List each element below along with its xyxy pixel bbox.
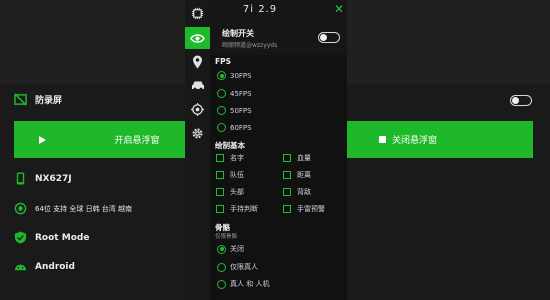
basic-checkbox[interactable]: 血量	[283, 153, 311, 163]
close-float-label: 关闭悬浮窗	[392, 136, 438, 146]
menu-sidebar	[185, 0, 210, 300]
shield-icon	[14, 231, 27, 244]
no-record-icon	[14, 93, 27, 106]
radio-on-icon	[14, 202, 27, 215]
draw-switch-subtitle: 绚丽频道@wzzyyds	[222, 42, 278, 49]
checkbox-icon	[283, 205, 291, 213]
car-icon[interactable]	[185, 74, 210, 96]
bone-subtitle: 仅限骨骼	[215, 234, 238, 240]
basic-checkbox[interactable]: 头部	[216, 187, 244, 197]
basic-checkbox[interactable]: 名字	[216, 153, 244, 163]
target-icon[interactable]	[185, 98, 210, 120]
checkbox-icon	[283, 188, 291, 196]
support-text: 64位 支持 全球 日韩 台湾 越南	[35, 204, 133, 213]
record-label: 防录屏	[35, 96, 63, 106]
bone-option[interactable]: 关闭	[217, 244, 244, 254]
support-row: 64位 支持 全球 日韩 台湾 越南	[14, 202, 132, 215]
stop-icon	[379, 136, 386, 143]
bone-option[interactable]: 仅限真人	[217, 262, 258, 272]
bone-option[interactable]: 真人 和 人机	[217, 279, 269, 289]
menu-title: 7i 2.9	[242, 4, 278, 15]
device-row: NX627J	[14, 172, 72, 185]
start-float-label: 开启悬浮窗	[114, 136, 160, 146]
record-toggle[interactable]	[510, 95, 532, 106]
radio-selected-icon	[217, 244, 226, 254]
draw-switch-label: 绘制开关	[222, 29, 254, 38]
root-row: Root Mode	[14, 231, 89, 244]
os-row: Android	[14, 260, 75, 273]
gear-icon[interactable]	[185, 122, 210, 144]
basic-title: 绘制基本	[215, 141, 245, 150]
phone-icon	[16, 172, 25, 185]
checkbox-icon	[216, 154, 224, 162]
basic-checkbox[interactable]: 手持判断	[216, 204, 258, 214]
device-name: NX627J	[35, 173, 72, 184]
close-icon[interactable]: ✕	[334, 2, 344, 16]
os-label: Android	[35, 261, 75, 272]
root-label: Root Mode	[35, 232, 90, 243]
location-icon[interactable]	[185, 51, 210, 73]
radio-icon	[217, 123, 226, 132]
checkbox-icon	[283, 154, 291, 162]
radio-icon	[217, 106, 226, 115]
play-icon	[39, 135, 47, 144]
fps-title: FPS	[215, 57, 232, 66]
fps-option[interactable]: 50FPS	[217, 106, 252, 115]
fps-option[interactable]: 30FPS	[217, 71, 252, 80]
chip-icon[interactable]	[185, 2, 210, 24]
draw-toggle[interactable]	[318, 32, 340, 43]
basic-checkbox[interactable]: 背敌	[283, 187, 311, 197]
record-row: 防录屏	[14, 93, 62, 106]
checkbox-icon	[216, 205, 224, 213]
close-float-button[interactable]: 关闭悬浮窗	[347, 121, 533, 158]
basic-checkbox[interactable]: 距离	[283, 170, 311, 180]
fps-option[interactable]: 45FPS	[217, 89, 252, 98]
basic-checkbox[interactable]: 队伍	[216, 170, 244, 180]
checkbox-icon	[216, 171, 224, 179]
radio-selected-icon	[217, 71, 226, 80]
start-float-button[interactable]: 开启悬浮窗	[14, 121, 185, 158]
android-icon	[14, 264, 27, 271]
checkbox-icon	[216, 188, 224, 196]
cheat-menu-panel: 7i 2.9 ✕ 绘制开关 绚丽频道@wzzyyds FPS 30FPS 45F…	[210, 0, 347, 300]
checkbox-icon	[283, 171, 291, 179]
radio-icon	[217, 279, 226, 289]
eye-icon[interactable]	[185, 27, 210, 49]
radio-icon	[217, 262, 226, 272]
basic-checkbox[interactable]: 手雷预警	[283, 204, 325, 214]
fps-option[interactable]: 60FPS	[217, 123, 252, 132]
radio-icon	[217, 89, 226, 98]
